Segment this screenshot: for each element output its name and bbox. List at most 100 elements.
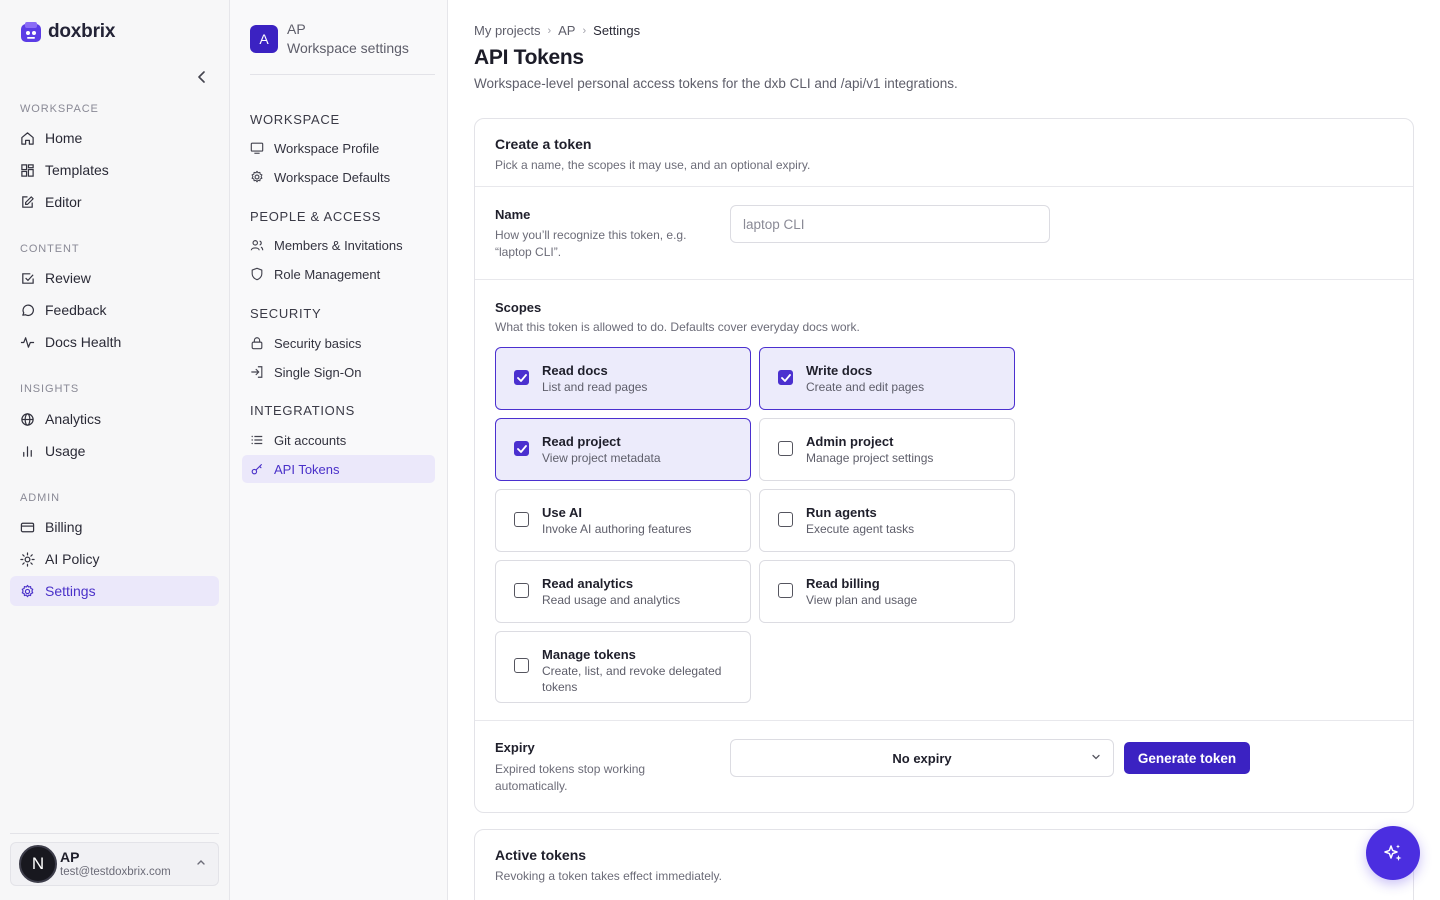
settings-item-label: Role Management bbox=[274, 266, 381, 282]
brand-name: doxbrix bbox=[48, 21, 116, 42]
checkbox[interactable] bbox=[778, 441, 793, 456]
avatar: N bbox=[19, 845, 57, 883]
nav-item-label: Docs Health bbox=[45, 334, 122, 350]
globe-icon bbox=[21, 412, 34, 426]
nav-item-label: Home bbox=[45, 130, 83, 146]
scope-use-ai[interactable]: Use AI Invoke AI authoring features bbox=[495, 489, 751, 552]
nav-item-settings[interactable]: Settings bbox=[10, 576, 219, 606]
edit-icon bbox=[22, 195, 34, 208]
collapse-sidebar-button[interactable] bbox=[193, 68, 211, 86]
nav-item-templates[interactable]: Templates bbox=[10, 155, 219, 185]
settings-item-api-tokens[interactable]: API Tokens bbox=[242, 455, 435, 483]
generate-token-button[interactable]: Generate token bbox=[1124, 742, 1250, 774]
scope-manage-tokens[interactable]: Manage tokens Create, list, and revoke d… bbox=[495, 631, 751, 703]
nav-item-usage[interactable]: Usage bbox=[10, 436, 219, 466]
scope-desc: List and read pages bbox=[542, 380, 648, 394]
active-tokens-desc: Revoking a token takes effect immediatel… bbox=[495, 869, 723, 883]
checkbox[interactable] bbox=[514, 512, 529, 527]
settings-item-security-basics[interactable]: Security basics bbox=[242, 329, 435, 357]
checkbox[interactable] bbox=[778, 512, 793, 527]
nav-section-content: CONTENT bbox=[20, 243, 80, 255]
user-menu[interactable]: N AP test@testdoxbrix.com bbox=[10, 842, 219, 886]
logo-icon bbox=[21, 22, 41, 42]
scope-desc: Execute agent tasks bbox=[806, 522, 915, 536]
scope-read-analytics[interactable]: Read analytics Read usage and analytics bbox=[495, 560, 751, 623]
settings-item-git-accounts[interactable]: Git accounts bbox=[242, 426, 435, 454]
scope-title: Run agents bbox=[806, 505, 877, 520]
checkbox[interactable] bbox=[778, 370, 793, 385]
nav-item-review[interactable]: Review bbox=[10, 263, 219, 293]
scope-desc: Create and edit pages bbox=[806, 380, 925, 394]
scope-write-docs[interactable]: Write docs Create and edit pages bbox=[759, 347, 1015, 410]
nav-item-label: Billing bbox=[45, 519, 83, 535]
scope-desc: Read usage and analytics bbox=[542, 593, 681, 607]
expiry-label: Expiry bbox=[495, 740, 535, 755]
scope-title: Admin project bbox=[806, 434, 894, 449]
scope-desc: Invoke AI authoring features bbox=[542, 522, 692, 536]
user-email: test@testdoxbrix.com bbox=[60, 866, 171, 878]
nav-section-admin: ADMIN bbox=[20, 492, 60, 504]
nav-item-ai-policy[interactable]: AI Policy bbox=[10, 544, 219, 574]
checkbox[interactable] bbox=[778, 583, 793, 598]
nav-item-analytics[interactable]: Analytics bbox=[10, 404, 219, 434]
breadcrumb-project[interactable]: AP bbox=[558, 23, 575, 38]
name-label: Name bbox=[495, 207, 531, 222]
settings-item-sso[interactable]: Single Sign-On bbox=[242, 358, 435, 386]
scope-read-project[interactable]: Read project View project metadata bbox=[495, 418, 751, 481]
nav-item-editor[interactable]: Editor bbox=[10, 187, 219, 217]
nav-item-docs-health[interactable]: Docs Health bbox=[10, 327, 219, 357]
ai-assistant-button[interactable] bbox=[1366, 826, 1420, 880]
settings-item-label: API Tokens bbox=[274, 461, 340, 477]
grid-icon bbox=[21, 163, 34, 177]
checkbox[interactable] bbox=[514, 658, 529, 673]
nav-item-billing[interactable]: Billing bbox=[10, 512, 219, 542]
settings-item-label: Members & Invitations bbox=[274, 237, 403, 253]
expiry-select[interactable]: No expiry bbox=[730, 739, 1114, 777]
credit-card-icon bbox=[20, 522, 35, 532]
scope-desc: View project metadata bbox=[542, 451, 661, 465]
chevron-left-icon bbox=[198, 71, 205, 83]
checkbox[interactable] bbox=[514, 583, 529, 598]
nav-item-label: Settings bbox=[45, 583, 96, 599]
token-name-input[interactable] bbox=[730, 205, 1050, 243]
key-icon bbox=[251, 464, 262, 475]
scope-title: Read billing bbox=[806, 576, 880, 591]
scope-read-docs[interactable]: Read docs List and read pages bbox=[495, 347, 751, 410]
nav-item-label: AI Policy bbox=[45, 551, 100, 567]
nav-section-workspace: WORKSPACE bbox=[20, 103, 99, 115]
scope-admin-project[interactable]: Admin project Manage project settings bbox=[759, 418, 1015, 481]
active-tokens-title: Active tokens bbox=[495, 847, 587, 863]
pulse-icon bbox=[20, 336, 35, 348]
scope-desc: View plan and usage bbox=[806, 593, 918, 607]
workspace-subtitle: Workspace settings bbox=[287, 40, 409, 56]
page-subtitle: Workspace-level personal access tokens f… bbox=[474, 76, 958, 91]
scope-run-agents[interactable]: Run agents Execute agent tasks bbox=[759, 489, 1015, 552]
scope-title: Manage tokens bbox=[542, 647, 636, 662]
settings-section-security: SECURITY bbox=[250, 306, 322, 321]
logo[interactable]: doxbrix bbox=[20, 21, 115, 43]
settings-item-label: Git accounts bbox=[274, 432, 347, 448]
check-icon bbox=[516, 444, 527, 453]
gear-icon bbox=[21, 584, 34, 597]
checkbox[interactable] bbox=[514, 370, 529, 385]
settings-item-workspace-defaults[interactable]: Workspace Defaults bbox=[242, 163, 435, 191]
scopes-label: Scopes bbox=[495, 300, 542, 315]
checkbox[interactable] bbox=[514, 441, 529, 456]
nav-item-home[interactable]: Home bbox=[10, 123, 219, 153]
settings-item-label: Workspace Defaults bbox=[274, 169, 391, 185]
scope-desc: Manage project settings bbox=[806, 451, 934, 465]
list-icon bbox=[251, 435, 263, 445]
scope-desc: Create, list, and revoke delegated token… bbox=[542, 664, 722, 694]
settings-item-workspace-profile[interactable]: Workspace Profile bbox=[242, 134, 435, 162]
create-token-desc: Pick a name, the scopes it may use, and … bbox=[495, 158, 811, 172]
nav-item-feedback[interactable]: Feedback bbox=[10, 295, 219, 325]
scope-read-billing[interactable]: Read billing View plan and usage bbox=[759, 560, 1015, 623]
divider bbox=[475, 279, 1413, 280]
gear-icon bbox=[251, 170, 263, 183]
scope-title: Read docs bbox=[542, 363, 608, 378]
home-icon bbox=[21, 131, 34, 145]
breadcrumb-my-projects[interactable]: My projects bbox=[474, 23, 540, 38]
settings-item-members[interactable]: Members & Invitations bbox=[242, 231, 435, 259]
nav-item-label: Editor bbox=[45, 194, 82, 210]
settings-item-role-management[interactable]: Role Management bbox=[242, 260, 435, 288]
